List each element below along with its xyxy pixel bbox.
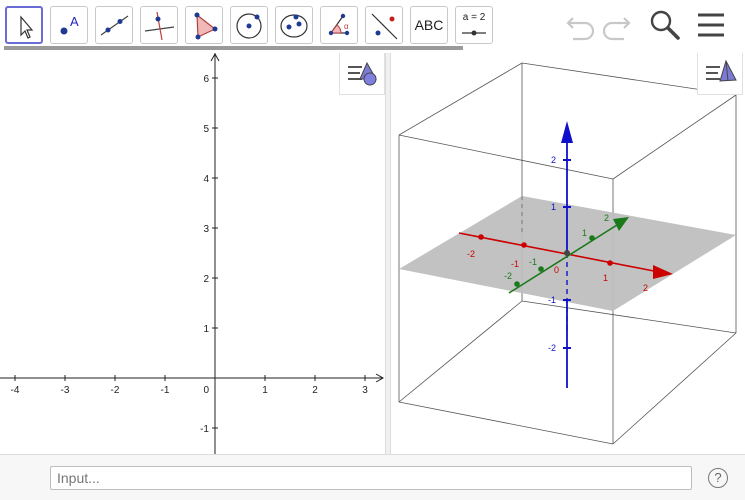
circle-tool-icon	[236, 13, 262, 39]
z-tick-label-3d: 1	[551, 202, 556, 212]
cube-edge	[398, 401, 614, 445]
x-tick-label: 2	[312, 385, 318, 396]
x-tick-label: -3	[61, 385, 70, 396]
z-tick-label-3d: 2	[551, 155, 556, 165]
polygon-tool-icon	[194, 12, 218, 40]
z-axis-3d-arrow	[561, 121, 573, 143]
y-tick-label: 5	[203, 124, 209, 135]
perpendicular-line-tool-button[interactable]	[140, 6, 178, 44]
polygon-tool-button[interactable]	[185, 6, 223, 44]
y-tick-label: 4	[203, 174, 209, 185]
move-tool-icon	[20, 15, 34, 39]
x-tick-dot	[478, 234, 484, 240]
y-tick-label: -1	[200, 424, 209, 435]
x-tick-label: 1	[262, 385, 268, 396]
line-tool-button[interactable]	[95, 6, 133, 44]
style-bar-2d-icon	[348, 61, 377, 86]
text-tool-label: ABC	[414, 17, 444, 33]
graphics-view-2d[interactable]: -4 -3 -2 -1 1 2 3 -1 1 2 3 4 5 6 0	[0, 53, 385, 454]
y-tick-label-3d: -2	[504, 271, 512, 281]
toolbar: A α ABC a = 2	[0, 0, 745, 53]
x-tick-dot	[607, 260, 613, 266]
slider-tool-button[interactable]: a = 2	[455, 6, 493, 44]
y-tick-label: 6	[203, 74, 209, 85]
graphics-2d-style-bar-button[interactable]	[339, 53, 385, 95]
origin-label: 0	[203, 385, 209, 396]
algebra-input-field[interactable]	[50, 466, 692, 490]
y-tick-label: 2	[203, 274, 209, 285]
x-tick-label: -1	[161, 385, 170, 396]
y-tick-label: 1	[203, 324, 209, 335]
conic-tool-button[interactable]	[275, 6, 313, 44]
angle-tool-icon: α	[328, 13, 350, 36]
geogebra-app: A α ABC a = 2 -4 -3 -2 -1 1 2 3 -1 1 2 3…	[0, 0, 745, 500]
cube-edge	[398, 134, 614, 180]
graphics-3d-canvas[interactable]: 1 2 -1 -2 1 2 -1 -2 2 1 -1 -2 0	[391, 53, 745, 454]
y-tick-dot	[589, 235, 595, 241]
slider-tool-icon	[462, 30, 486, 36]
y-tick-label-3d: 1	[582, 228, 587, 238]
graphics-2d-canvas[interactable]: -4 -3 -2 -1 1 2 3 -1 1 2 3 4 5 6 0	[0, 53, 385, 454]
y-tick-dot	[514, 281, 520, 287]
cube-edge	[398, 62, 523, 136]
x-tick-label: 3	[362, 385, 368, 396]
x-tick-label: -2	[111, 385, 120, 396]
angle-tool-button[interactable]: α	[320, 6, 358, 44]
y-tick-label: 3	[203, 224, 209, 235]
x-tick-label-3d: 1	[603, 273, 608, 283]
origin-dot-3d	[564, 250, 570, 256]
cube-edge	[521, 300, 737, 334]
undo-icon[interactable]	[563, 8, 597, 42]
z-tick-label-3d: -2	[548, 343, 556, 353]
help-icon[interactable]: ?	[708, 468, 728, 488]
reflect-tool-button[interactable]	[365, 6, 403, 44]
search-icon[interactable]	[648, 8, 682, 42]
cube-edge	[612, 94, 737, 180]
graphics-view-3d[interactable]: 1 2 -1 -2 1 2 -1 -2 2 1 -1 -2 0	[391, 53, 745, 454]
graphics-3d-style-bar-button[interactable]	[697, 53, 743, 95]
y-tick-dot	[538, 266, 544, 272]
x-tick-label-3d: 2	[643, 283, 648, 293]
cube-edge	[612, 332, 737, 445]
text-tool-button[interactable]: ABC	[410, 6, 448, 44]
point-tool-icon: A	[60, 14, 79, 35]
z-tick-label-3d: -1	[548, 295, 556, 305]
style-bar-3d-icon	[706, 59, 737, 82]
y-tick-label-3d: -1	[529, 257, 537, 267]
line-tool-icon	[100, 15, 129, 36]
y-tick-label-3d: 2	[604, 213, 609, 223]
x-tick-label-3d: -1	[511, 259, 519, 269]
move-tool-button[interactable]	[5, 6, 43, 44]
perpendicular-line-tool-icon	[144, 11, 175, 41]
input-bar: ?	[0, 454, 745, 500]
menu-icon[interactable]	[695, 8, 729, 42]
x-tick-label: -4	[11, 385, 20, 396]
cube-edge	[398, 300, 523, 403]
conic-tool-icon	[280, 14, 308, 38]
x-tick-dot	[521, 242, 527, 248]
reflect-tool-icon	[371, 13, 398, 40]
x-tick-label-3d: -2	[467, 249, 475, 259]
svg-text:α: α	[344, 22, 349, 31]
point-tool-label: A	[70, 14, 79, 29]
redo-icon[interactable]	[600, 8, 634, 42]
toolbar-scroll-indicator	[4, 46, 463, 50]
origin-label-3d: 0	[554, 265, 559, 275]
point-tool-button[interactable]: A	[50, 6, 88, 44]
circle-tool-button[interactable]	[230, 6, 268, 44]
